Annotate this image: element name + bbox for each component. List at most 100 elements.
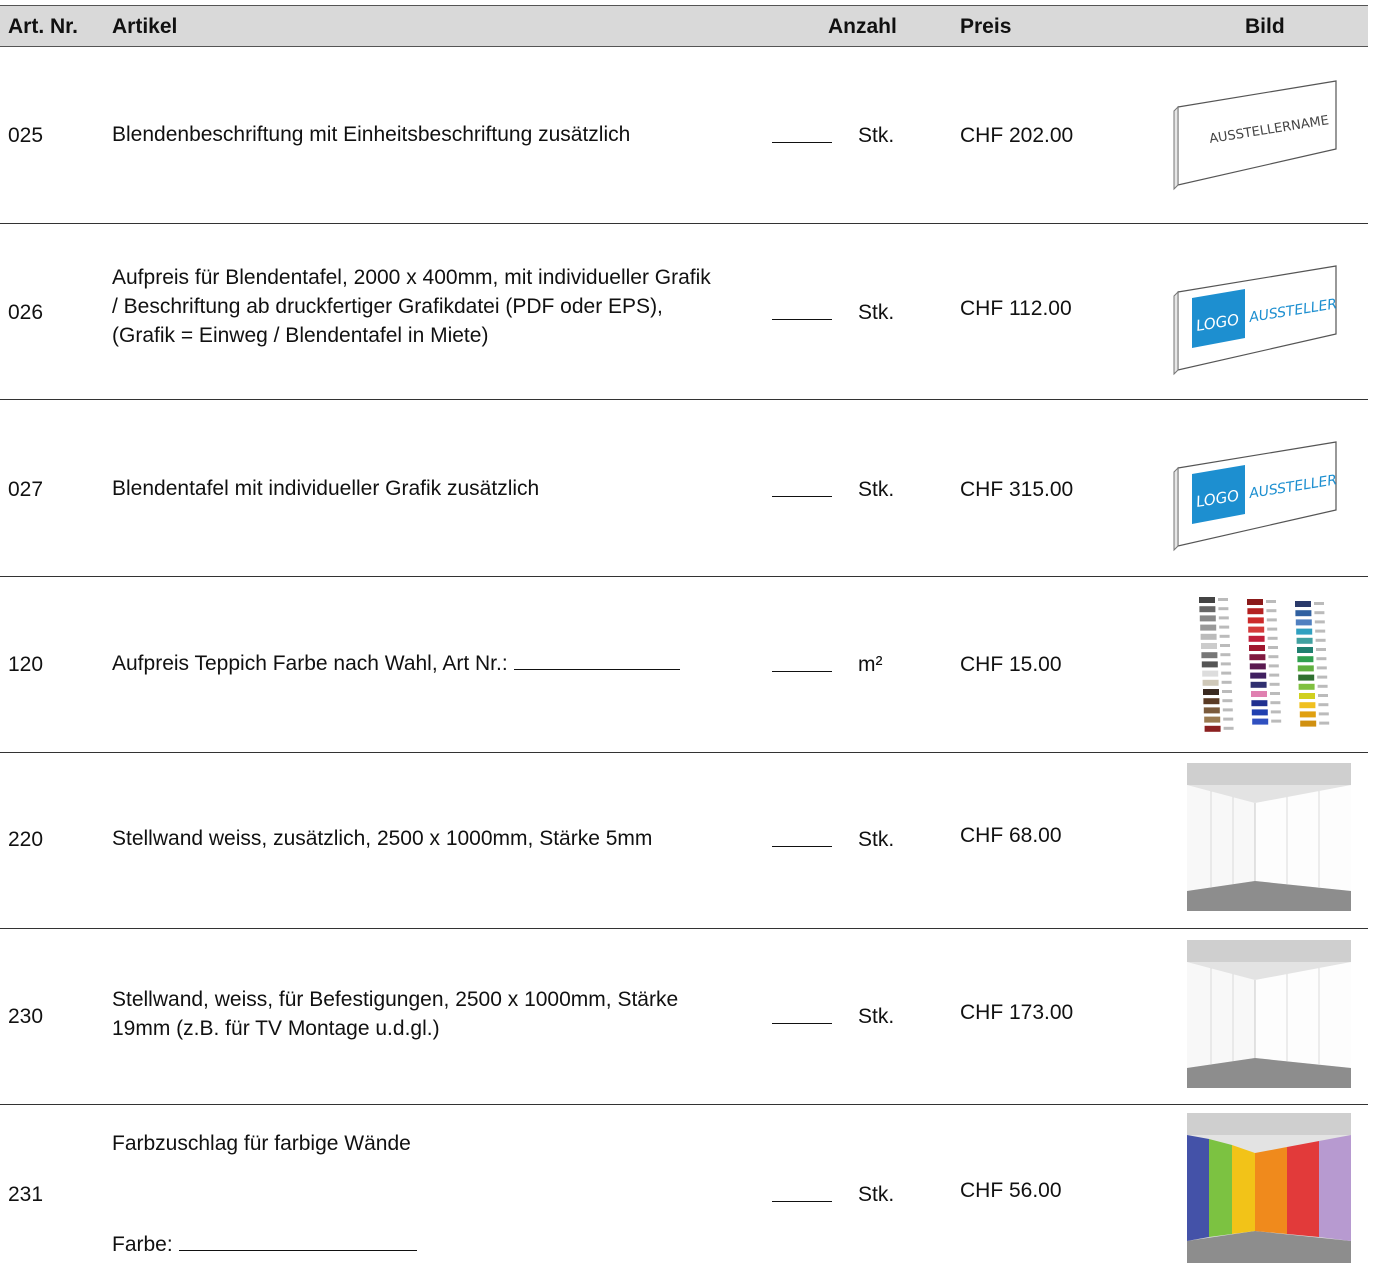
price: CHF 68.00 [960, 824, 1062, 847]
swatch-caption [1268, 646, 1278, 649]
swatch-chip [1199, 597, 1215, 603]
price: CHF 173.00 [960, 1001, 1074, 1024]
swatch-caption [1319, 721, 1330, 725]
quantity-field[interactable] [772, 301, 832, 326]
swatch-chip [1201, 643, 1217, 649]
unit-label: m² [858, 653, 883, 676]
swatch-caption [1267, 627, 1278, 631]
swatch-caption [1267, 636, 1278, 640]
article-description: Blendenbeschriftung mit Einheitsbeschrif… [112, 120, 752, 149]
quantity-field[interactable] [772, 653, 832, 678]
table-header: Art. Nr. Artikel Anzahl Preis Bild [0, 5, 1368, 47]
sign-panel-image: AUSSTELLERNAME [1170, 77, 1345, 203]
quantity-field[interactable] [772, 828, 832, 853]
swatch-chip [1297, 665, 1314, 672]
description-line: Blendenbeschriftung mit Einheitsbeschrif… [112, 123, 631, 146]
swatch-chip [1200, 633, 1217, 640]
swatch-caption [1270, 701, 1281, 705]
unit-label: Stk. [858, 124, 895, 147]
header-bild: Bild [1245, 15, 1285, 38]
swatch-caption [1218, 616, 1229, 620]
description-line: (Grafik = Einweg / Blendentafel in Miete… [112, 324, 489, 347]
white-wall-image [1187, 763, 1351, 917]
quantity-field[interactable] [772, 1005, 832, 1030]
swatch-chip [1295, 619, 1312, 626]
swatch-chip [1247, 617, 1264, 624]
swatch-caption [1318, 694, 1328, 697]
color-label: Farbe: [112, 1233, 173, 1256]
table-row: 231 Farbzuschlag für farbige Wände Farbe… [0, 1105, 1368, 1269]
swatch-caption [1270, 692, 1280, 695]
header-art-nr: Art. Nr. [8, 15, 79, 38]
article-number: 231 [8, 1183, 44, 1206]
swatch-chip [1201, 652, 1218, 659]
swatch-caption [1266, 609, 1277, 613]
table-row: 025 Blendenbeschriftung mit Einheitsbesc… [0, 47, 1368, 224]
unit-label: Stk. [858, 1183, 895, 1206]
wall-panel [1232, 1145, 1255, 1234]
header-artikel: Artikel [112, 15, 178, 38]
unit-label: Stk. [858, 1005, 895, 1028]
swatch-caption [1315, 638, 1326, 642]
table-row: 230 Stellwand, weiss, für Befestigungen,… [0, 929, 1368, 1105]
sign-panel-image: LOGO AUSSTELLER [1170, 262, 1345, 388]
swatch-chip [1247, 608, 1264, 615]
article-number: 120 [8, 653, 44, 676]
quantity-field[interactable] [772, 1183, 832, 1208]
swatch-chip [1202, 670, 1219, 677]
unit-label: Stk. [858, 301, 895, 324]
wall-panel [1287, 1141, 1319, 1237]
swatch-caption [1220, 653, 1231, 657]
swatch-chip [1249, 645, 1265, 651]
colored-wall-image [1187, 1113, 1351, 1269]
swatch-caption [1318, 712, 1329, 716]
description-line: Blendentafel mit individueller Grafik zu… [112, 477, 540, 500]
price: CHF 112.00 [960, 297, 1072, 320]
quantity-field[interactable] [772, 124, 832, 149]
article-description: Stellwand, weiss, für Befestigungen, 250… [112, 985, 752, 1043]
swatch-caption [1318, 703, 1329, 707]
swatch-chip [1297, 656, 1314, 663]
table-row: 220 Stellwand weiss, zusätzlich, 2500 x … [0, 753, 1368, 929]
swatch-chip [1296, 628, 1313, 635]
description-line: / Beschriftung ab druckfertiger Grafikda… [112, 295, 663, 318]
swatch-chip [1201, 661, 1218, 668]
swatch-chip [1295, 610, 1312, 617]
swatch-caption [1316, 648, 1326, 651]
color-field-row: Farbe: [112, 1230, 752, 1259]
swatch-chip [1296, 637, 1313, 644]
swatch-caption [1218, 598, 1228, 601]
swatch-chip [1202, 679, 1219, 686]
swatch-chip [1251, 691, 1267, 697]
price: CHF 315.00 [960, 478, 1074, 501]
swatch-caption [1314, 611, 1325, 615]
article-description: Stellwand weiss, zusätzlich, 2500 x 1000… [112, 824, 752, 853]
swatch-chip [1298, 674, 1315, 681]
swatch-caption [1268, 664, 1279, 668]
swatch-chip [1298, 683, 1315, 690]
swatch-caption [1223, 717, 1234, 721]
swatch-chip [1249, 663, 1266, 670]
quantity-field[interactable] [772, 478, 832, 503]
swatch-chip [1297, 647, 1313, 653]
article-number: 025 [8, 124, 44, 147]
swatch-chip [1300, 720, 1317, 727]
article-description: Farbzuschlag für farbige Wände [112, 1132, 411, 1155]
table-row: 120 Aufpreis Teppich Farbe nach Wahl, Ar… [0, 577, 1368, 753]
swatch-caption [1314, 620, 1325, 624]
carpet-article-field[interactable] [513, 651, 680, 670]
wall-panel [1255, 1147, 1287, 1234]
wall-panel [1209, 1139, 1232, 1237]
description-line: Aufpreis für Blendentafel, 2000 x 400mm,… [112, 266, 711, 289]
swatch-caption [1317, 675, 1328, 679]
swatch-chip [1203, 698, 1220, 705]
swatch-chip [1251, 709, 1268, 716]
price: CHF 202.00 [960, 124, 1074, 147]
swatch-caption [1315, 629, 1326, 633]
sign-panel-image: LOGO AUSSTELLER [1170, 438, 1345, 564]
color-input-field[interactable] [178, 1232, 417, 1251]
swatch-chip [1250, 672, 1267, 679]
swatch-caption [1219, 634, 1230, 638]
swatch-caption [1316, 657, 1327, 661]
table-row: 026 Aufpreis für Blendentafel, 2000 x 40… [0, 224, 1368, 400]
